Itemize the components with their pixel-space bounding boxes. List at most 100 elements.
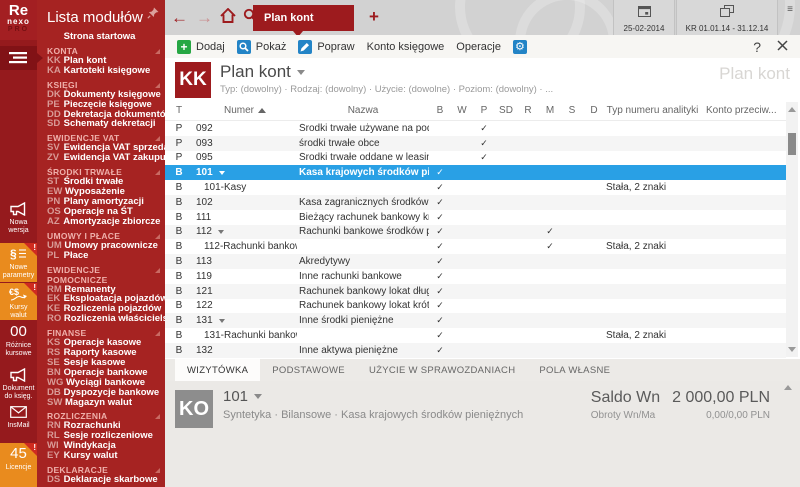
cell-type: B <box>165 182 193 193</box>
column-header-r[interactable]: R <box>517 105 539 116</box>
account-title-dropdown[interactable]: 101 <box>223 388 262 405</box>
calendar-icon <box>638 4 651 21</box>
table-row[interactable]: B122Rachunek bankowy lokat krótkoterm...… <box>165 299 786 314</box>
table-row[interactable]: B111Bieżący rachunek bankowy krajowyc...… <box>165 210 786 225</box>
table-row[interactable]: P095Środki trwałe oddane w leasing finan… <box>165 151 786 166</box>
sidebar-item-label: Magazyn walut <box>62 397 132 408</box>
new-tab-button[interactable]: + <box>365 0 383 35</box>
sidebar-item-label: Strona startowa <box>61 31 135 42</box>
filter-summary[interactable]: Typ: (dowolny) · Rodzaj: (dowolny) · Uży… <box>220 84 553 95</box>
column-header-p[interactable]: P <box>473 105 495 116</box>
rail-item-dokument-do-ksieg[interactable]: Dokument do księg. <box>0 364 37 400</box>
table-header-row: TNumerNazwaBWPSDRMSDTyp numeru analityki… <box>165 100 786 121</box>
table-row[interactable]: B112-Rachunki bankowe✓✓Stała, 2 znaki <box>165 239 786 254</box>
sidebar-section-6[interactable]: EWIDENCJE POMOCNICZE <box>37 265 165 285</box>
column-header-d[interactable]: D <box>583 105 605 116</box>
detail-tab-wizytówka[interactable]: WIZYTÓWKA <box>175 359 260 381</box>
close-button[interactable] <box>777 40 788 54</box>
column-header-typ-numeru-analityki[interactable]: Typ numeru analityki <box>605 105 700 116</box>
detail-tab-użycie-w-sprawozdaniach[interactable]: UŻYCIE W SPRAWOZDANIACH <box>357 359 527 381</box>
back-button[interactable]: ← <box>171 0 188 35</box>
rail-item-count: 00 <box>0 324 37 340</box>
view-title: Plan kont <box>220 62 291 81</box>
sidebar-item-SW[interactable]: SW Magazyn walut <box>37 398 165 408</box>
table-row[interactable]: P093środki trwałe obce✓ <box>165 136 786 151</box>
sidebar-section-4[interactable]: ŚRODKI TRWAŁE <box>37 167 165 177</box>
sidebar-item-strona-startowa[interactable]: Strona startowa <box>37 32 165 42</box>
sidebar-section-1[interactable]: KONTA <box>37 46 165 56</box>
detail-panel: KO 101 Syntetyka · Bilansowe · Kasa kraj… <box>165 381 800 487</box>
table-row[interactable]: B131Inne środki pieniężne✓ <box>165 313 786 328</box>
sidebar-item-label: Deklaracje skarbowe <box>61 474 158 485</box>
home-button[interactable] <box>220 0 236 35</box>
svg-text:§: § <box>10 247 17 260</box>
detail-tab-podstawowe[interactable]: PODSTAWOWE <box>260 359 357 381</box>
sidebar-item-KA[interactable]: KA Kartoteki księgowe <box>37 66 165 76</box>
tab-label: Plan kont <box>264 12 314 24</box>
column-header-t[interactable]: T <box>165 105 193 116</box>
toolbar-pokaż[interactable]: Pokaż <box>237 40 287 54</box>
scrollbar-thumb[interactable] <box>788 133 796 155</box>
sidebar-section-3[interactable]: EWIDENCJE VAT <box>37 133 165 143</box>
column-header-sd[interactable]: SD <box>495 105 517 116</box>
column-header-numer[interactable]: Numer <box>193 105 297 116</box>
sidebar-section-5[interactable]: UMOWY I PŁACE <box>37 231 165 241</box>
scroll-up-icon[interactable] <box>788 107 796 112</box>
period-button[interactable]: KR 01.01.14 - 31.12.14 <box>676 0 778 35</box>
menu-toggle-button[interactable] <box>0 46 37 70</box>
table-scrollbar[interactable] <box>786 102 798 357</box>
toolbar-konto-księgowe[interactable]: Konto księgowe <box>367 41 445 53</box>
rail-item-kursy-walut[interactable]: !€$Kursy walut <box>0 283 37 320</box>
column-header-konto-przeciw-[interactable]: Konto przeciw... <box>700 105 786 116</box>
rail-item-roznice-kursowe[interactable]: 00Różnice kursowe <box>0 321 37 357</box>
table-row[interactable]: B131-Rachunki bankowe✓Stała, 2 znaki <box>165 328 786 343</box>
table-row[interactable]: B132Inne aktywa pieniężne✓ <box>165 343 786 358</box>
toolbar-gear[interactable]: ⚙ <box>513 40 532 54</box>
column-header-s[interactable]: S <box>561 105 583 116</box>
sidebar-item-ZV[interactable]: ZV Ewidencja VAT zakupu <box>37 153 165 163</box>
window-menu-button[interactable]: ≡ <box>782 4 798 15</box>
tab-plan-kont[interactable]: Plan kont <box>253 5 354 31</box>
table-row[interactable]: B102Kasa zagranicznych środków pienięż..… <box>165 195 786 210</box>
table-row[interactable]: P092Środki trwałe używane na podstawie..… <box>165 121 786 136</box>
table-row[interactable]: B119Inne rachunki bankowe✓ <box>165 269 786 284</box>
rail-item-nowa-wersja[interactable]: Nowa wersja <box>0 198 37 242</box>
toolbar-operacje[interactable]: Operacje <box>456 41 501 53</box>
rail-item-licencje[interactable]: !45Licencje <box>0 443 37 487</box>
table-row[interactable]: B101-Kasy✓Stała, 2 znaki <box>165 180 786 195</box>
date-button[interactable]: 25-02-2014 <box>613 0 675 35</box>
collapse-panel-icon[interactable] <box>784 385 792 390</box>
cell-flag: ✓ <box>539 226 561 237</box>
forward-button[interactable]: → <box>196 0 213 35</box>
pin-icon[interactable] <box>147 6 159 24</box>
column-header-b[interactable]: B <box>429 105 451 116</box>
table-row[interactable]: B121Rachunek bankowy lokat długotermi...… <box>165 284 786 299</box>
sidebar-item-SD[interactable]: SD Schematy dekretacji <box>37 119 165 129</box>
table-row[interactable]: B112Rachunki bankowe środków pieniężn...… <box>165 225 786 240</box>
toolbar-popraw[interactable]: Popraw <box>298 40 354 54</box>
scroll-down-icon[interactable] <box>788 347 796 352</box>
sidebar-item-PL[interactable]: PL Płace <box>37 251 165 261</box>
view-title-dropdown[interactable]: Plan kont <box>220 62 305 82</box>
sidebar-section-8[interactable]: ROZLICZENIA <box>37 411 165 421</box>
sidebar-item-AZ[interactable]: AZ Amortyzacje zbiorcze <box>37 217 165 227</box>
app-logo[interactable]: Re nexo PRO <box>0 0 37 40</box>
detail-tab-pola-własne[interactable]: POLA WŁASNE <box>527 359 622 381</box>
rail-item-nowe-parametry[interactable]: !§Nowe parametry <box>0 243 37 282</box>
sidebar-item-EY[interactable]: EY Kursy walut <box>37 451 165 461</box>
sidebar-item-RO[interactable]: RO Rozliczenia właścicielskie <box>37 314 165 324</box>
table-row[interactable]: B101Kasa krajowych środków pieniężnych✓ <box>165 165 786 180</box>
help-button[interactable]: ? <box>753 39 761 55</box>
rail-item-insmail[interactable]: InsMail <box>0 401 37 431</box>
toolbar-dodaj[interactable]: +Dodaj <box>177 40 225 54</box>
sidebar-section-2[interactable]: KSIĘGI <box>37 80 165 90</box>
column-header-w[interactable]: W <box>451 105 473 116</box>
sidebar-section-7[interactable]: FINANSE <box>37 328 165 338</box>
cell-nazwa: Akredytywy <box>297 256 429 267</box>
sidebar-item-DS[interactable]: DS Deklaracje skarbowe <box>37 475 165 485</box>
column-header-m[interactable]: M <box>539 105 561 116</box>
sidebar-section-9[interactable]: DEKLARACJE <box>37 465 165 475</box>
column-label: T <box>176 105 182 116</box>
column-header-nazwa[interactable]: Nazwa <box>297 105 429 116</box>
table-row[interactable]: B113Akredytywy✓ <box>165 254 786 269</box>
